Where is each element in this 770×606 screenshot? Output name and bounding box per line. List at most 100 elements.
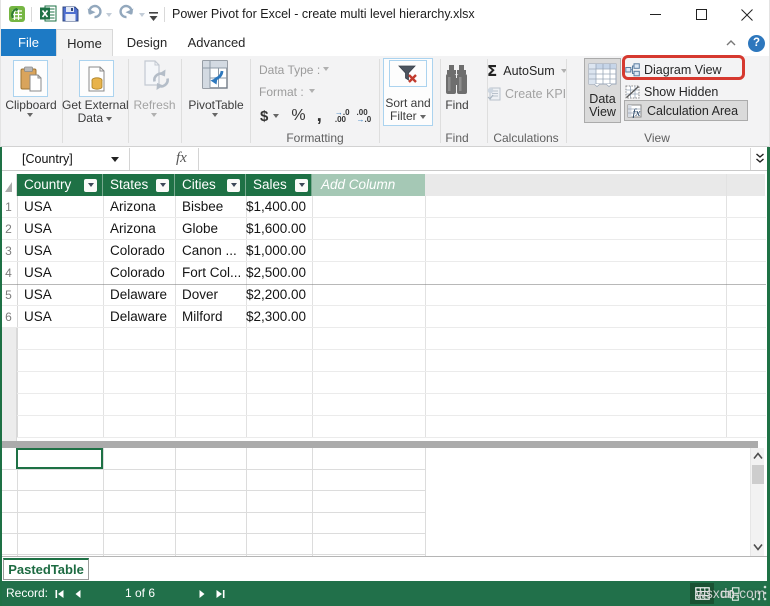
calculation-area-label: Calculation Area [647,103,739,118]
cell-city[interactable]: Canon ... [175,240,246,262]
autosum-button[interactable]: Σ AutoSum [487,60,567,81]
table-row[interactable]: 2 USA Arizona Globe $1,600.00 [0,218,766,240]
cell-state[interactable]: Arizona [103,218,175,240]
cell-city[interactable]: Dover [175,284,246,306]
next-record-icon[interactable] [199,590,205,598]
formatting-group-label: Formatting [286,131,344,145]
maximize-button[interactable] [678,0,724,29]
refresh-button[interactable] [143,60,169,95]
tab-file[interactable]: File [1,29,56,56]
cell-city[interactable]: Bisbee [175,196,246,218]
cell-country[interactable]: USA [17,262,103,284]
last-record-icon[interactable] [216,590,225,598]
minimize-button[interactable] [632,0,678,29]
undo-dropdown-caret[interactable] [106,13,112,17]
first-record-icon[interactable] [55,590,64,598]
redo-dropdown-caret[interactable] [139,13,145,17]
column-header-states[interactable]: States [103,174,175,196]
close-button[interactable] [724,0,770,29]
pivottable-button[interactable] [202,60,228,95]
scroll-down-icon[interactable] [753,543,763,551]
cell-city[interactable]: Globe [175,218,246,240]
column-header-country[interactable]: Country [17,174,103,196]
cell-country[interactable]: USA [17,306,103,328]
add-column-header[interactable]: Add Column [312,174,425,196]
tab-home[interactable]: Home [56,29,113,56]
table-row[interactable]: 5 USA Delaware Dover $2,200.00 [0,284,766,306]
table-row[interactable]: 3 USA Colorado Canon ... $1,000.00 [0,240,766,262]
cell-sales[interactable]: $2,500.00 [246,262,312,284]
sort-and-filter-button[interactable]: Sort and Filter [383,58,433,126]
cell-country[interactable]: USA [17,240,103,262]
cell-sales[interactable]: $1,600.00 [246,218,312,240]
pane-splitter[interactable] [2,441,758,448]
create-kpi-button[interactable]: Create KPI [487,83,566,104]
currency-button[interactable]: $ [260,108,268,125]
tab-advanced[interactable]: Advanced [180,29,253,56]
vertical-scrollbar[interactable] [750,448,764,556]
data-view-button[interactable]: Data View [584,58,621,123]
format-label[interactable]: Format : [259,85,304,99]
collapse-ribbon-icon[interactable] [722,34,740,52]
formula-bar-expand-icon[interactable] [750,148,768,170]
data-type-label[interactable]: Data Type : [259,63,320,77]
save-icon[interactable] [62,5,79,27]
cell-sales[interactable]: $2,200.00 [246,284,312,306]
row-number[interactable]: 4 [0,262,17,284]
name-box-caret[interactable] [111,157,119,162]
formula-input[interactable] [199,148,750,170]
table-row[interactable]: 1 USA Arizona Bisbee $1,400.00 [0,196,766,218]
cell-state[interactable]: Arizona [103,196,175,218]
thousands-button[interactable]: , [317,106,322,125]
previous-record-icon[interactable] [75,590,81,598]
row-number[interactable]: 3 [0,240,17,262]
redo-icon[interactable] [118,4,136,25]
row-number[interactable]: 2 [0,218,17,240]
row-number[interactable]: 5 [0,284,17,306]
cell-state[interactable]: Delaware [103,284,175,306]
table-row[interactable]: 6 USA Delaware Milford $2,300.00 [0,306,766,328]
cell-state[interactable]: Colorado [103,262,175,284]
cell-sales[interactable]: $2,300.00 [246,306,312,328]
selected-cell[interactable] [16,448,103,469]
cell-country[interactable]: USA [17,196,103,218]
select-all-corner[interactable] [0,174,17,196]
sheet-tab-pastedtable[interactable]: PastedTable [3,558,89,580]
column-header-cities[interactable]: Cities [175,174,246,196]
table-row[interactable]: 4 USA Colorado Fort Col... $2,500.00 [0,262,766,284]
qat-customize-icon[interactable] [148,9,160,27]
format-caret[interactable] [309,89,315,93]
scroll-up-icon[interactable] [753,452,763,460]
name-box[interactable]: [Country] [2,148,130,170]
currency-caret[interactable] [273,114,280,118]
cell-sales[interactable]: $1,400.00 [246,196,312,218]
scrollbar-thumb[interactable] [752,465,764,484]
cell-sales[interactable]: $1,000.00 [246,240,312,262]
fx-icon[interactable]: fx [176,148,187,170]
undo-icon[interactable] [85,4,103,25]
row-number[interactable]: 1 [0,196,17,218]
clipboard-button[interactable] [13,60,48,97]
cell-country[interactable]: USA [17,284,103,306]
tab-design[interactable]: Design [118,29,176,56]
country-filter-icon[interactable] [84,178,97,192]
data-type-caret[interactable] [323,67,329,71]
help-button[interactable]: ? [748,35,765,52]
cell-city[interactable]: Fort Col... [175,262,246,284]
states-filter-icon[interactable] [156,178,169,192]
column-header-sales[interactable]: Sales [246,174,312,196]
row-number[interactable]: 6 [0,306,17,328]
cell-country[interactable]: USA [17,218,103,240]
get-external-data-button[interactable] [79,60,114,97]
increase-decimal-button[interactable]: →.0.00 [335,109,350,124]
record-position: 1 of 6 [124,586,156,600]
cell-state[interactable]: Colorado [103,240,175,262]
decrease-decimal-button[interactable]: .00 →.0 [357,109,372,124]
cities-filter-icon[interactable] [227,178,240,192]
show-hidden-button[interactable]: Show Hidden [625,81,745,102]
percent-button[interactable]: % [291,107,305,125]
cell-state[interactable]: Delaware [103,306,175,328]
cell-city[interactable]: Milford [175,306,246,328]
sales-filter-icon[interactable] [295,178,308,192]
calculation-area-button[interactable]: fx Calculation Area [624,100,748,121]
